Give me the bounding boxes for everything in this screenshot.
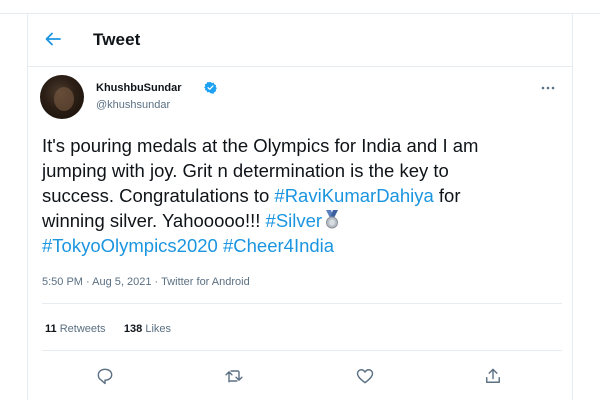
page-title: Tweet xyxy=(93,30,141,49)
tweet-source[interactable]: Twitter for Android xyxy=(161,276,250,288)
tweet-text-segment: winning silver. Yahooooo!!! xyxy=(42,210,266,231)
divider xyxy=(42,303,562,304)
tweet-time[interactable]: 5:50 PM xyxy=(42,276,83,288)
share-icon[interactable] xyxy=(483,366,503,386)
like-icon[interactable] xyxy=(355,366,375,386)
retweet-icon[interactable] xyxy=(224,366,244,386)
tweet-date[interactable]: Aug 5, 2021 xyxy=(92,276,151,288)
hashtag-link[interactable]: #Silver xyxy=(266,210,323,231)
avatar[interactable] xyxy=(40,75,84,119)
author-name[interactable]: KhushbuSundar xyxy=(96,82,182,94)
tweet-text: It's pouring medals at the Olympics for … xyxy=(42,133,562,258)
tweet-meta: 5:50 PM · Aug 5, 2021 · Twitter for Andr… xyxy=(42,276,250,288)
likes-count: 138 xyxy=(123,323,143,335)
tweet-line: It's pouring medals at the Olympics for … xyxy=(42,135,479,156)
likes-label: Likes xyxy=(145,323,172,335)
hashtag-link[interactable]: #Cheer4India xyxy=(223,235,334,256)
divider xyxy=(42,350,562,351)
meta-separator: · xyxy=(82,276,93,288)
arrow-left-icon[interactable] xyxy=(42,27,64,51)
tweet-line: success. Congratulations to #RaviKumarDa… xyxy=(42,183,562,208)
hashtag-link[interactable]: #TokyoOlympics2020 xyxy=(42,235,218,256)
retweets-stat[interactable]: 11 Retweets xyxy=(45,323,106,335)
tweet-text-segment: success. Congratulations to xyxy=(42,185,275,206)
likes-stat[interactable]: 138 Likes xyxy=(124,323,171,335)
retweets-label: Retweets xyxy=(59,323,106,335)
silver-medal-icon xyxy=(326,210,339,229)
more-options-icon[interactable] xyxy=(540,80,556,96)
tweet-line: jumping with joy. Grit n determination i… xyxy=(42,160,449,181)
author-handle[interactable]: @khushsundar xyxy=(96,99,170,111)
meta-separator: · xyxy=(151,276,162,288)
retweets-count: 11 xyxy=(45,323,57,335)
tweet-text-segment: for xyxy=(433,185,461,206)
reply-icon[interactable] xyxy=(95,366,115,386)
tweet-line: #TokyoOlympics2020 #Cheer4India xyxy=(42,233,562,258)
tweet-stats: 11 Retweets 138 Likes xyxy=(45,323,171,335)
tweet-line: winning silver. Yahooooo!!! #Silver xyxy=(42,208,562,233)
verified-badge-icon xyxy=(204,81,217,94)
hashtag-link[interactable]: #RaviKumarDahiya xyxy=(274,185,433,206)
